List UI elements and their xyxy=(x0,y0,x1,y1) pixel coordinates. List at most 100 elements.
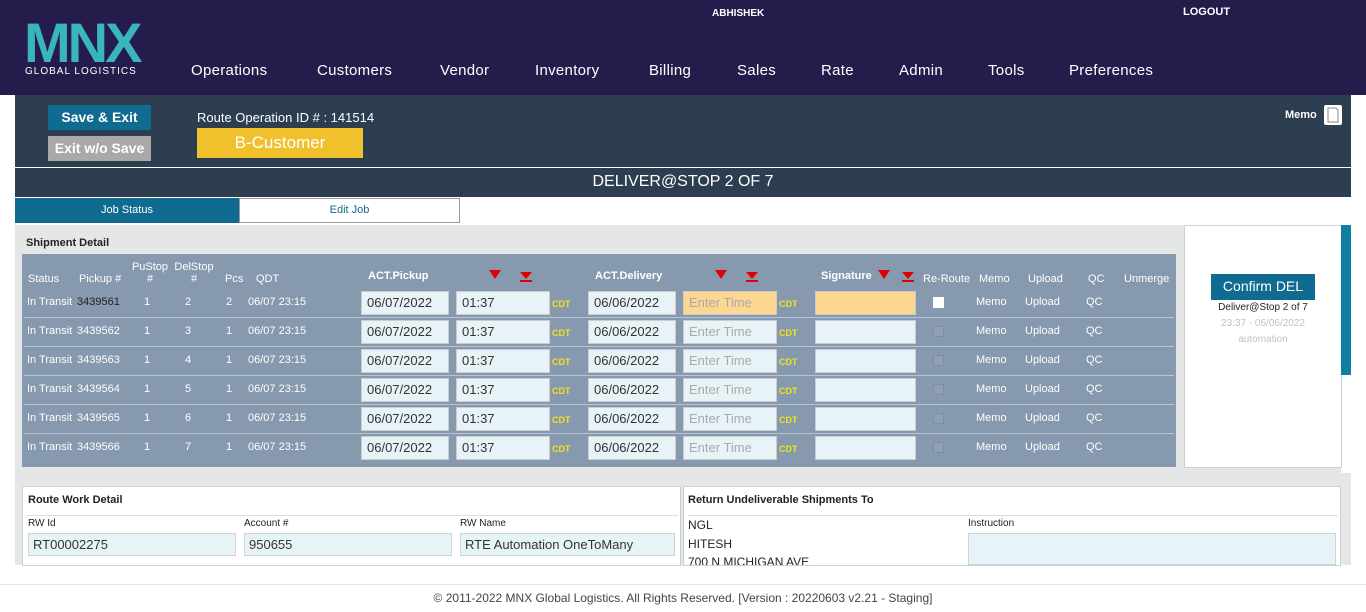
reroute-checkbox[interactable] xyxy=(933,355,944,366)
row-memo-link[interactable]: Memo xyxy=(976,325,1007,337)
delivery-time-input[interactable]: Enter Time xyxy=(683,407,777,431)
row-memo-link[interactable]: Memo xyxy=(976,296,1007,308)
delivery-time-input[interactable]: Enter Time xyxy=(683,291,777,315)
rw-name-field[interactable]: RTE Automation OneToMany xyxy=(460,533,675,556)
reroute-checkbox[interactable] xyxy=(933,384,944,395)
row-qc-link[interactable]: QC xyxy=(1086,412,1103,424)
pickup-date-input[interactable]: 06/07/2022 xyxy=(361,407,449,431)
sort-down-icon[interactable] xyxy=(878,270,890,279)
row-memo-link[interactable]: Memo xyxy=(976,354,1007,366)
delivery-date-input[interactable]: 06/06/2022 xyxy=(588,291,676,315)
logout-link[interactable]: LOGOUT xyxy=(1183,6,1230,18)
row-qc-link[interactable]: QC xyxy=(1086,296,1103,308)
sort-arrow-icon[interactable] xyxy=(746,272,758,279)
pickup-date-input[interactable]: 06/07/2022 xyxy=(361,436,449,460)
row-qc-link[interactable]: QC xyxy=(1086,354,1103,366)
col-upload: Upload xyxy=(1028,273,1063,285)
pickup-date-input[interactable]: 06/07/2022 xyxy=(361,349,449,373)
row-qdt: 06/07 23:15 xyxy=(248,296,307,308)
row-memo-link[interactable]: Memo xyxy=(976,383,1007,395)
pickup-date-input[interactable]: 06/07/2022 xyxy=(361,378,449,402)
nav-preferences[interactable]: Preferences xyxy=(1069,62,1153,79)
pickup-time-input[interactable]: 01:37 xyxy=(456,407,550,431)
row-upload-link[interactable]: Upload xyxy=(1025,412,1060,424)
memo-icon[interactable] xyxy=(1324,105,1342,125)
row-pcs: 1 xyxy=(226,441,233,453)
account-field[interactable]: 950655 xyxy=(244,533,452,556)
row-delstop: 4 xyxy=(185,354,192,366)
route-operation-id: Route Operation ID # : 141514 xyxy=(197,110,375,125)
row-upload-link[interactable]: Upload xyxy=(1025,296,1060,308)
delivery-time-input[interactable]: Enter Time xyxy=(683,320,777,344)
reroute-checkbox[interactable] xyxy=(933,297,944,308)
row-status: In Transit xyxy=(27,296,73,308)
row-qc-link[interactable]: QC xyxy=(1086,441,1103,453)
delivery-date-input[interactable]: 06/06/2022 xyxy=(588,378,676,402)
pickup-time-input[interactable]: 01:37 xyxy=(456,436,550,460)
delivery-time-input[interactable]: Enter Time xyxy=(683,378,777,402)
memo-label[interactable]: Memo xyxy=(1285,109,1317,121)
signature-input[interactable] xyxy=(815,320,916,344)
nav-admin[interactable]: Admin xyxy=(899,62,943,79)
divider xyxy=(27,515,678,516)
row-qc-link[interactable]: QC xyxy=(1086,383,1103,395)
row-upload-link[interactable]: Upload xyxy=(1025,383,1060,395)
delivery-time-input[interactable]: Enter Time xyxy=(683,436,777,460)
nav-inventory[interactable]: Inventory xyxy=(535,62,599,79)
nav-vendor[interactable]: Vendor xyxy=(440,62,489,79)
row-qc-link[interactable]: QC xyxy=(1086,325,1103,337)
account-label: Account # xyxy=(244,518,289,529)
save-exit-button[interactable]: Save & Exit xyxy=(48,105,151,130)
return-address: 700 N MICHIGAN AVE xyxy=(688,555,810,566)
instruction-field[interactable] xyxy=(968,533,1336,565)
sort-down-icon[interactable] xyxy=(489,270,501,279)
reroute-checkbox[interactable] xyxy=(933,326,944,337)
row-upload-link[interactable]: Upload xyxy=(1025,354,1060,366)
rw-id-field[interactable]: RT00002275 xyxy=(28,533,236,556)
scrollbar[interactable] xyxy=(1341,225,1351,375)
pickup-time-input[interactable]: 01:37 xyxy=(456,378,550,402)
pickup-time-input[interactable]: 01:37 xyxy=(456,320,550,344)
timezone-label: CDT xyxy=(779,386,798,396)
row-delstop: 5 xyxy=(185,383,192,395)
tab-job-status[interactable]: Job Status xyxy=(15,198,239,223)
row-pustop: 1 xyxy=(144,354,151,366)
nav-rate[interactable]: Rate xyxy=(821,62,854,79)
pickup-time-input[interactable]: 01:37 xyxy=(456,291,550,315)
row-upload-link[interactable]: Upload xyxy=(1025,441,1060,453)
signature-input[interactable] xyxy=(815,291,916,315)
delivery-time-input[interactable]: Enter Time xyxy=(683,349,777,373)
exit-without-save-button[interactable]: Exit w/o Save xyxy=(48,136,151,161)
delivery-date-input[interactable]: 06/06/2022 xyxy=(588,407,676,431)
row-upload-link[interactable]: Upload xyxy=(1025,325,1060,337)
row-memo-link[interactable]: Memo xyxy=(976,441,1007,453)
sort-down-icon[interactable] xyxy=(715,270,727,279)
delivery-date-input[interactable]: 06/06/2022 xyxy=(588,320,676,344)
col-qc: QC xyxy=(1088,273,1105,285)
reroute-checkbox[interactable] xyxy=(933,442,944,453)
sort-arrow-icon[interactable] xyxy=(520,272,532,279)
sort-arrow-icon[interactable] xyxy=(902,272,914,279)
nav-tools[interactable]: Tools xyxy=(988,62,1025,79)
confirm-del-button[interactable]: Confirm DEL xyxy=(1211,274,1315,300)
sort-underline-icon xyxy=(902,280,914,282)
timezone-label: CDT xyxy=(779,357,798,367)
row-memo-link[interactable]: Memo xyxy=(976,412,1007,424)
nav-operations[interactable]: Operations xyxy=(191,62,267,79)
signature-input[interactable] xyxy=(815,349,916,373)
pickup-date-input[interactable]: 06/07/2022 xyxy=(361,291,449,315)
delivery-date-input[interactable]: 06/06/2022 xyxy=(588,349,676,373)
signature-input[interactable] xyxy=(815,378,916,402)
pickup-date-input[interactable]: 06/07/2022 xyxy=(361,320,449,344)
nav-sales[interactable]: Sales xyxy=(737,62,776,79)
reroute-checkbox[interactable] xyxy=(933,413,944,424)
delivery-date-input[interactable]: 06/06/2022 xyxy=(588,436,676,460)
tab-edit-job[interactable]: Edit Job xyxy=(239,198,460,223)
row-status: In Transit xyxy=(27,354,73,366)
signature-input[interactable] xyxy=(815,436,916,460)
nav-customers[interactable]: Customers xyxy=(317,62,392,79)
row-delstop: 6 xyxy=(185,412,192,424)
pickup-time-input[interactable]: 01:37 xyxy=(456,349,550,373)
nav-billing[interactable]: Billing xyxy=(649,62,691,79)
signature-input[interactable] xyxy=(815,407,916,431)
